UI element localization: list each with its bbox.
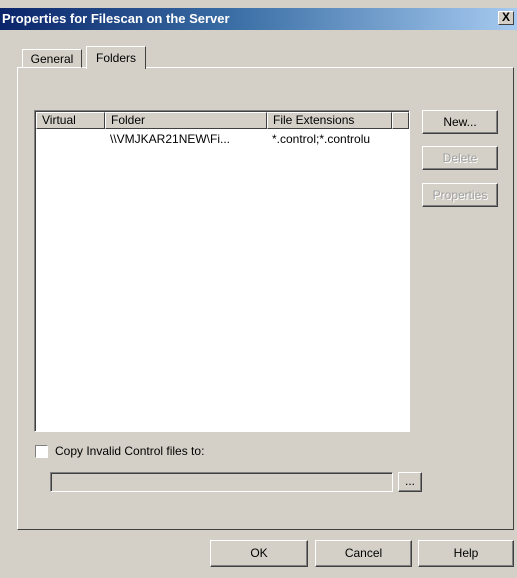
copy-invalid-checkbox[interactable] bbox=[35, 445, 48, 458]
row-folder-cell: \\VMJKAR21NEW\Fi... bbox=[110, 132, 231, 146]
cancel-button[interactable]: Cancel bbox=[315, 540, 412, 567]
title-bar[interactable]: Properties for Filescan on the Server X bbox=[0, 8, 517, 30]
tab-folders[interactable]: Folders bbox=[86, 46, 146, 69]
table-row[interactable]: \\VMJKAR21NEW\Fi... *.control;*.controlu bbox=[36, 111, 408, 151]
copy-invalid-label[interactable]: Copy Invalid Control files to: bbox=[55, 444, 204, 458]
row-extensions-cell: *.control;*.controlu bbox=[272, 132, 371, 146]
help-button[interactable]: Help bbox=[418, 540, 514, 567]
delete-button[interactable]: Delete bbox=[422, 146, 498, 170]
folders-list[interactable]: Virtual Folder File Extensions \\VMJKAR2… bbox=[34, 110, 410, 432]
window-title: Properties for Filescan on the Server bbox=[2, 11, 230, 26]
properties-dialog: Properties for Filescan on the Server X … bbox=[0, 0, 517, 578]
copy-invalid-path-field[interactable] bbox=[50, 472, 393, 492]
tab-general-label: General bbox=[30, 52, 74, 66]
tab-general[interactable]: General bbox=[22, 49, 82, 68]
properties-button[interactable]: Properties bbox=[422, 183, 498, 207]
browse-button[interactable]: ... bbox=[398, 472, 422, 492]
close-button[interactable]: X bbox=[498, 11, 514, 25]
tab-folders-label: Folders bbox=[95, 51, 136, 65]
new-button[interactable]: New... bbox=[422, 110, 498, 134]
ok-button[interactable]: OK bbox=[210, 540, 308, 567]
